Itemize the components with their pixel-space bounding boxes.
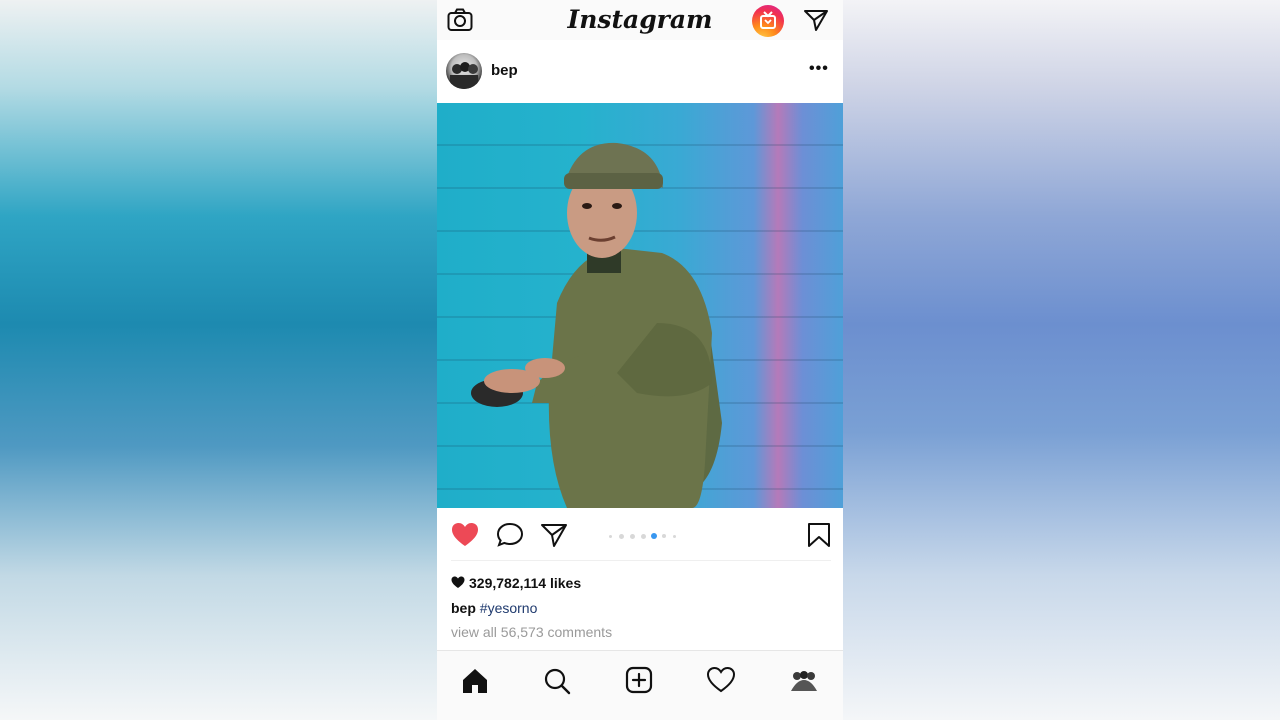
- person-figure: [471, 142, 722, 508]
- igtv-icon[interactable]: [752, 5, 784, 37]
- top-bar: Instagram: [437, 0, 843, 40]
- post-author-avatar[interactable]: [446, 53, 482, 89]
- likes-count[interactable]: 329,782,114 likes: [451, 575, 581, 591]
- caption-username[interactable]: bep: [451, 600, 476, 616]
- carousel-dot: [630, 534, 635, 539]
- profile-avatar[interactable]: [790, 667, 818, 693]
- likes-text: 329,782,114 likes: [469, 575, 582, 591]
- likes-heart-icon: [451, 576, 465, 588]
- carousel-dot: [673, 535, 676, 538]
- carousel-dot: [662, 534, 666, 538]
- share-icon[interactable]: [540, 522, 568, 548]
- post-actions-bar: [437, 508, 843, 560]
- instagram-logo: Instagram: [567, 5, 713, 34]
- background-right: [843, 0, 1280, 720]
- bottom-navigation: [437, 650, 843, 720]
- post-caption: bep #yesorno: [451, 600, 537, 616]
- carousel-dot: [619, 534, 624, 539]
- post-username[interactable]: bep: [491, 62, 518, 79]
- background-left: [0, 0, 437, 720]
- home-icon[interactable]: [461, 667, 489, 695]
- like-heart-icon[interactable]: [451, 522, 479, 548]
- new-post-icon[interactable]: [625, 666, 653, 694]
- carousel-dot: [609, 535, 612, 538]
- activity-heart-icon[interactable]: [707, 667, 735, 693]
- post-media-image[interactable]: [437, 103, 843, 508]
- carousel-dot-active: [651, 533, 657, 539]
- comment-icon[interactable]: [496, 522, 524, 548]
- direct-message-icon[interactable]: [803, 8, 829, 32]
- camera-icon[interactable]: [447, 8, 473, 32]
- bookmark-icon[interactable]: [807, 522, 831, 548]
- search-icon[interactable]: [543, 667, 571, 695]
- carousel-dot: [641, 534, 646, 539]
- phone-screen: Instagram bep ••• 329,782,114 likes bep …: [437, 0, 843, 720]
- view-comments-link[interactable]: view all 56,573 comments: [451, 624, 612, 640]
- divider: [451, 560, 831, 561]
- post-header: bep •••: [437, 40, 843, 102]
- more-options-icon[interactable]: •••: [809, 60, 829, 78]
- caption-hashtag[interactable]: #yesorno: [480, 600, 538, 616]
